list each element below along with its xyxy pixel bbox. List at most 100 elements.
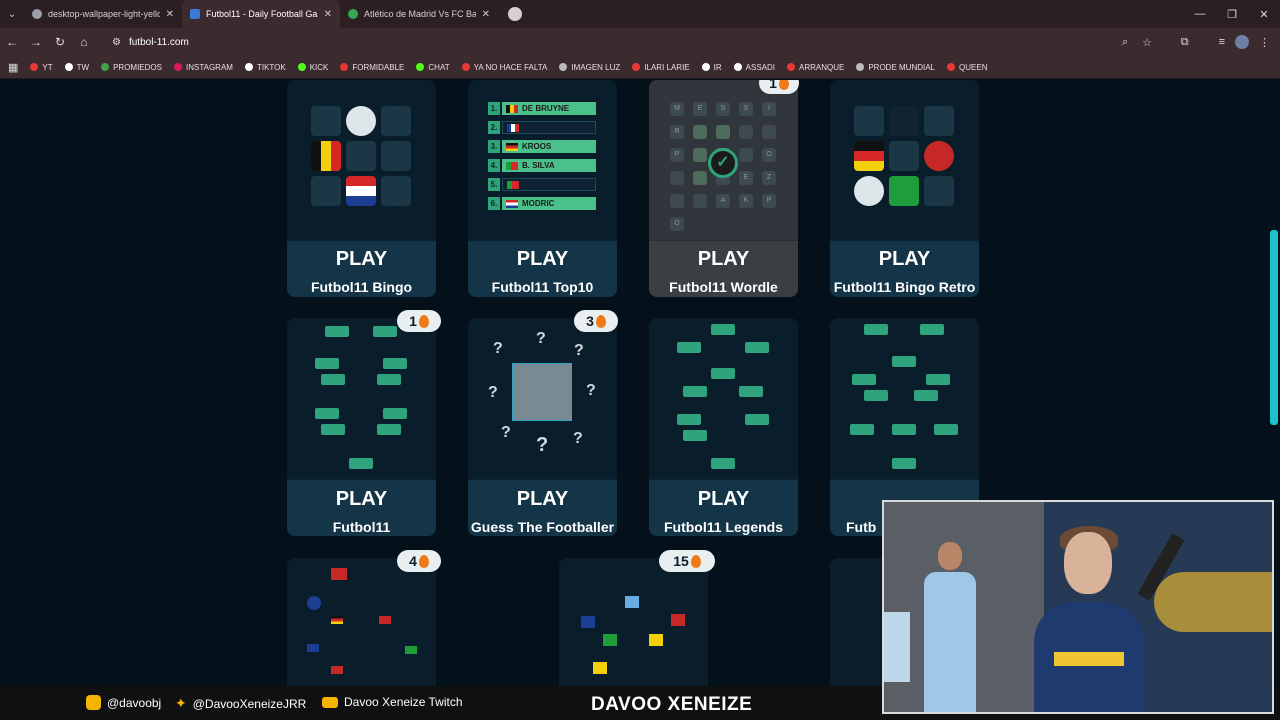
game-card-top10[interactable]: 1. DE BRUYNE 2. 3. KROOS 4. B. SILVA 5. 6. MODRIC… (468, 80, 617, 297)
new-tab-button[interactable] (508, 7, 522, 21)
site-info-icon[interactable]: ⚙ (112, 37, 121, 48)
top10-list-thumbnail: 1. DE BRUYNE 2. 3. KROOS 4. B. SILVA 5. 6. MODRIC (468, 80, 617, 240)
reload-icon[interactable]: ↻ (48, 35, 72, 49)
country-flag-icon (506, 142, 518, 151)
bookmark-label: IMAGEN LUZ (571, 62, 621, 72)
bookmark-item[interactable]: ILARI LARIE (632, 63, 690, 72)
home-icon[interactable]: ⌂ (72, 35, 96, 49)
completed-check-icon: ✓ (708, 148, 738, 178)
bookmark-favicon-icon (340, 63, 349, 71)
tab-search-chevron-icon[interactable]: ⌄ (0, 9, 24, 20)
address-bar[interactable]: ⚙ futbol-11.com ⌕ ☆ (104, 31, 1164, 53)
bookmark-item[interactable]: PRODE MUNDIAL (856, 63, 935, 72)
close-tab-icon[interactable]: ✕ (166, 9, 174, 20)
bookmark-favicon-icon (297, 63, 306, 71)
profile-avatar-icon[interactable] (1235, 35, 1249, 49)
game-name: Futbol11 Top10 (491, 279, 594, 295)
top10-row: 6. MODRIC (488, 197, 596, 210)
bookmark-item[interactable]: INSTAGRAM (173, 63, 233, 72)
game-card-wordle[interactable]: MESSIRPOEZAKPO ✓ 1 PLAY Futbol11 Wordle (649, 80, 799, 297)
scrollbar-thumb[interactable] (1270, 230, 1278, 425)
webcam-overlay (882, 500, 1274, 714)
player-slot: B. SILVA (502, 159, 596, 172)
instagram-handle: @davoobj (107, 695, 162, 710)
back-icon[interactable]: ← (0, 35, 24, 49)
player-name: MODRIC (522, 199, 555, 208)
wordle-tile: O (762, 148, 776, 162)
flame-icon (595, 314, 606, 328)
bookmark-label: QUEEN (959, 62, 988, 72)
bookmark-favicon-icon (786, 63, 795, 71)
game-card-row3-1[interactable]: 4 (287, 550, 441, 686)
bookmark-label: PRODE MUNDIAL (868, 62, 936, 72)
game-card-guess-footballer[interactable]: ??? ?? ??? 3 PLAY Guess The Footballer (468, 310, 618, 536)
player-slot (502, 121, 596, 134)
instagram-icon (86, 695, 101, 710)
game-card-bingo[interactable]: PLAY Futbol11 Bingo (287, 80, 436, 297)
extensions-icon[interactable]: ⧉ (1181, 36, 1189, 49)
bookmark-item[interactable]: ARRANQUE (786, 63, 844, 72)
apps-grid-icon[interactable]: ▦ (8, 61, 18, 74)
bookmark-label: IR (713, 62, 722, 72)
game-card-row3-2[interactable]: 15 (559, 550, 715, 686)
rank-number: 4. (488, 159, 500, 172)
game-name: Futbol11 Bingo Retro (833, 279, 976, 295)
bingo-retro-thumbnail (830, 80, 979, 240)
tab-wallpaper[interactable]: desktop-wallpaper-light-yellow ✕ (24, 0, 182, 28)
bookmark-star-icon[interactable]: ☆ (1142, 36, 1152, 49)
streak-badge: 15 (659, 550, 715, 572)
top10-row: 5. (488, 178, 596, 191)
bookmark-item[interactable]: KICK (297, 63, 328, 72)
bookmark-item[interactable]: IMAGEN LUZ (559, 63, 620, 72)
game-card-futbol11[interactable]: 1 PLAY Futbol11 (287, 310, 441, 536)
bookmark-item[interactable]: FORMIDABLE (340, 63, 404, 72)
wordle-tile: K (739, 194, 753, 208)
restore-icon[interactable]: ❐ (1216, 8, 1248, 21)
bookmark-favicon-icon (64, 63, 73, 71)
close-tab-icon[interactable]: ✕ (324, 9, 332, 20)
match-favicon-icon (348, 9, 358, 19)
tab-title: Futbol11 - Daily Football Game (206, 9, 318, 19)
bookmark-label: ASSADI (745, 62, 775, 72)
twitter-handle: @DavooXeneizeJRR (192, 696, 307, 711)
menu-kebab-icon[interactable]: ⋮ (1259, 36, 1270, 49)
streak-badge: 3 (574, 310, 618, 332)
tab-futbol11[interactable]: Futbol11 - Daily Football Game ✕ (182, 0, 340, 28)
bookmark-item[interactable]: TIKTOK (244, 63, 286, 72)
top10-row: 3. KROOS (488, 140, 596, 153)
game-card-bingo-retro[interactable]: PLAY Futbol11 Bingo Retro (830, 80, 979, 297)
country-flag-icon (506, 161, 518, 170)
bookmark-favicon-icon (173, 63, 182, 71)
bookmark-item[interactable]: PROMIEDOS (101, 63, 162, 72)
bookmark-item[interactable]: QUEEN (947, 63, 987, 72)
futbol11-favicon-icon (190, 9, 200, 19)
toolbar-right: ⧉ ≡ ⋮ (1181, 28, 1280, 56)
wordle-tile (670, 194, 684, 208)
close-tab-icon[interactable]: ✕ (482, 9, 490, 20)
flame-icon (778, 80, 789, 90)
bookmark-item[interactable]: CHAT (416, 63, 450, 72)
bookmark-item[interactable]: YT (30, 63, 53, 72)
minimize-icon[interactable]: — (1184, 8, 1216, 20)
rank-number: 2. (488, 121, 500, 134)
lineup-thumbnail (559, 558, 708, 686)
zoom-icon[interactable]: ⌕ (1122, 36, 1128, 49)
bookmark-item[interactable]: ASSADI (733, 62, 775, 72)
footer-twitter: ✦ @DavooXeneizeJRR (175, 695, 306, 712)
bookmark-item[interactable]: IR (701, 62, 722, 72)
player-silhouette-icon (512, 363, 572, 421)
streak-count: 15 (673, 553, 689, 569)
bingo-grid-thumbnail (287, 80, 436, 240)
play-label: PLAY (697, 488, 750, 510)
tab-atletico[interactable]: Atlético de Madrid Vs FC Barcel ✕ (340, 0, 498, 28)
streak-count: 1 (769, 80, 777, 91)
forward-icon[interactable]: → (24, 35, 48, 49)
bookmark-item[interactable]: TW (64, 63, 89, 72)
player-name: KROOS (522, 142, 552, 151)
game-card-legends[interactable]: PLAY Futbol11 Legends (649, 318, 798, 536)
streak-count: 3 (586, 313, 594, 329)
close-window-icon[interactable]: ✕ (1248, 8, 1280, 21)
play-label: PLAY (516, 488, 569, 510)
media-icon[interactable]: ≡ (1219, 36, 1225, 48)
bookmark-item[interactable]: YA NO HACE FALTA (461, 63, 547, 72)
